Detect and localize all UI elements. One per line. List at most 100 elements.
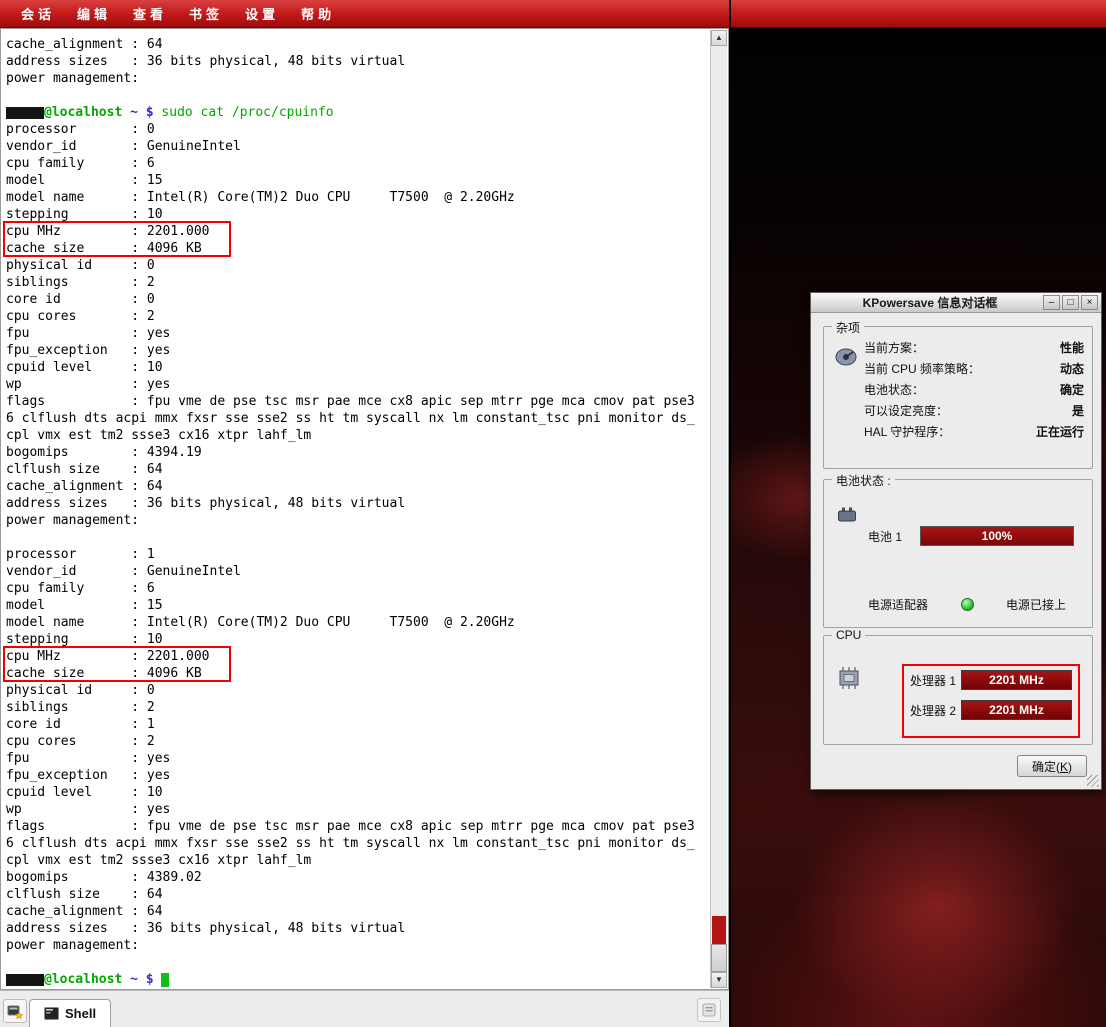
menu-item[interactable]: 查看	[122, 0, 178, 27]
info-value: 正在运行	[1036, 423, 1084, 440]
terminal-line: power management:	[6, 937, 729, 954]
terminal-cursor	[161, 973, 169, 987]
menu-item[interactable]: 书签	[178, 0, 234, 27]
scroll-down-icon[interactable]: ▼	[711, 972, 727, 988]
adapter-row: 电源适配器 电源已接上	[868, 596, 1066, 613]
scrollbar-history-marker	[712, 916, 726, 944]
gauge-icon	[834, 347, 858, 367]
video-window: KPowersave 信息对话框 – □ × 杂项 当前方案：	[731, 0, 1106, 1027]
info-label: 可以设定亮度：	[864, 402, 948, 419]
terminal-line: cache_alignment : 64	[6, 478, 729, 495]
terminal-line: fpu_exception : yes	[6, 342, 729, 359]
terminal-line: model name : Intel(R) Core(TM)2 Duo CPU …	[6, 614, 729, 631]
battery-legend: 电池状态 :	[832, 472, 895, 489]
scroll-up-icon[interactable]: ▲	[711, 30, 727, 46]
adapter-status-led-icon	[961, 598, 974, 611]
terminal-line: siblings : 2	[6, 699, 729, 716]
menu-item[interactable]: 会话	[10, 0, 66, 27]
info-row: 当前方案： 性能	[864, 337, 1084, 358]
terminal-line: cpu family : 6	[6, 580, 729, 597]
cpu-legend: CPU	[832, 628, 865, 642]
maximize-icon[interactable]: □	[1062, 295, 1079, 310]
terminal-line: power management:	[6, 70, 729, 87]
terminal-scrollbar[interactable]: ▲ ▼	[710, 30, 727, 988]
terminal-line: address sizes : 36 bits physical, 48 bit…	[6, 53, 729, 70]
cpu-frequency-bar: 2201 MHz	[961, 700, 1072, 720]
session-list-button[interactable]	[697, 998, 721, 1022]
terminal-window: 会话 编辑 查看 书签 设置 帮助 cache_alignment : 64ad…	[0, 0, 729, 1027]
terminal-line: cache size : 4096 KB	[6, 665, 729, 682]
terminal-output[interactable]: cache_alignment : 64address sizes : 36 b…	[2, 30, 729, 988]
terminal-line: fpu : yes	[6, 750, 729, 767]
info-label: 当前方案：	[864, 339, 924, 356]
battery-progressbar: 100%	[920, 526, 1074, 546]
tab-label: Shell	[65, 1006, 96, 1021]
info-value: 性能	[1060, 339, 1084, 356]
prompt-host: @localhost	[44, 972, 122, 987]
ok-label: 确定(	[1032, 760, 1060, 774]
info-row: HAL 守护程序： 正在运行	[864, 421, 1084, 442]
terminal-line: core id : 1	[6, 716, 729, 733]
info-row: 电池状态： 确定	[864, 379, 1084, 400]
minimize-icon[interactable]: –	[1043, 295, 1060, 310]
terminal-line: cpu cores : 2	[6, 733, 729, 750]
terminal-line: bogomips : 4389.02	[6, 869, 729, 886]
terminal-line: cache size : 4096 KB	[6, 240, 729, 257]
cpu-label: 处理器 2	[910, 702, 956, 719]
terminal-frame: cache_alignment : 64address sizes : 36 b…	[0, 28, 729, 990]
terminal-line: model : 15	[6, 172, 729, 189]
info-label: HAL 守护程序：	[864, 423, 950, 440]
cpu-row: 处理器 1 2201 MHz	[910, 670, 1072, 690]
dialog-title: KPowersave 信息对话框	[819, 294, 1041, 311]
cpu-frequency-bar: 2201 MHz	[961, 670, 1072, 690]
battery-percent: 100%	[982, 529, 1013, 543]
terminal-line: processor : 1	[6, 546, 729, 563]
tab-shell[interactable]: Shell	[29, 999, 111, 1027]
new-session-icon	[7, 1003, 23, 1019]
terminal-line: cache_alignment : 64	[6, 36, 729, 53]
cpu-label: 处理器 1	[910, 672, 956, 689]
cpu-rows: 处理器 1 2201 MHz 处理器 2 2201 MHz	[910, 670, 1072, 730]
info-row: 可以设定亮度： 是	[864, 400, 1084, 421]
kpowersave-dialog: KPowersave 信息对话框 – □ × 杂项 当前方案：	[810, 292, 1102, 790]
misc-groupbox: 杂项 当前方案： 性能 当前 CPU 频率策略：	[823, 326, 1093, 469]
terminal-line: cache_alignment : 64	[6, 903, 729, 920]
terminal-line: fpu : yes	[6, 325, 729, 342]
terminal-line: processor : 0	[6, 121, 729, 138]
battery-row: 电池 1 100%	[868, 526, 1074, 546]
terminal-line: cpl vmx est tm2 ssse3 cx16 xtpr lahf_lm	[6, 852, 729, 869]
terminal-line: 6 clflush dts acpi mmx fxsr sse sse2 ss …	[6, 835, 729, 852]
terminal-line: flags : fpu vme de pse tsc msr pae mce c…	[6, 818, 729, 835]
prompt-host: @localhost	[44, 105, 122, 120]
ok-button[interactable]: 确定(K)	[1017, 755, 1087, 777]
menu-item[interactable]: 编辑	[66, 0, 122, 27]
command-text: sudo cat /proc/cpuinfo	[161, 105, 333, 120]
info-label: 电池状态：	[864, 381, 924, 398]
battery-label: 电池 1	[868, 528, 902, 545]
terminal-line: stepping : 10	[6, 631, 729, 648]
terminal-line: cpu cores : 2	[6, 308, 729, 325]
dialog-titlebar[interactable]: KPowersave 信息对话框 – □ ×	[811, 293, 1101, 313]
terminal-line: model name : Intel(R) Core(TM)2 Duo CPU …	[6, 189, 729, 206]
scrollbar-thumb[interactable]	[711, 944, 727, 972]
cpu-chip-icon	[836, 666, 862, 690]
resize-grip[interactable]	[1087, 775, 1099, 787]
session-list-icon	[701, 1002, 717, 1018]
terminal-line	[6, 529, 729, 546]
terminal-line: vendor_id : GenuineIntel	[6, 563, 729, 580]
info-value: 确定	[1060, 381, 1084, 398]
terminal-line: cpuid level : 10	[6, 359, 729, 376]
close-icon[interactable]: ×	[1081, 295, 1098, 310]
misc-legend: 杂项	[832, 319, 864, 336]
terminal-icon	[44, 1007, 59, 1020]
ok-label-close: )	[1068, 760, 1072, 774]
terminal-line: 6 clflush dts acpi mmx fxsr sse sse2 ss …	[6, 410, 729, 427]
terminal-line: address sizes : 36 bits physical, 48 bit…	[6, 920, 729, 937]
new-session-button[interactable]	[3, 999, 27, 1023]
terminal-line: power management:	[6, 512, 729, 529]
terminal-line: wp : yes	[6, 376, 729, 393]
terminal-prompt-line: @localhost ~ $ sudo cat /proc/cpuinfo	[6, 104, 729, 121]
menu-item[interactable]: 帮助	[290, 0, 346, 27]
terminal-line: physical id : 0	[6, 682, 729, 699]
menu-item[interactable]: 设置	[234, 0, 290, 27]
